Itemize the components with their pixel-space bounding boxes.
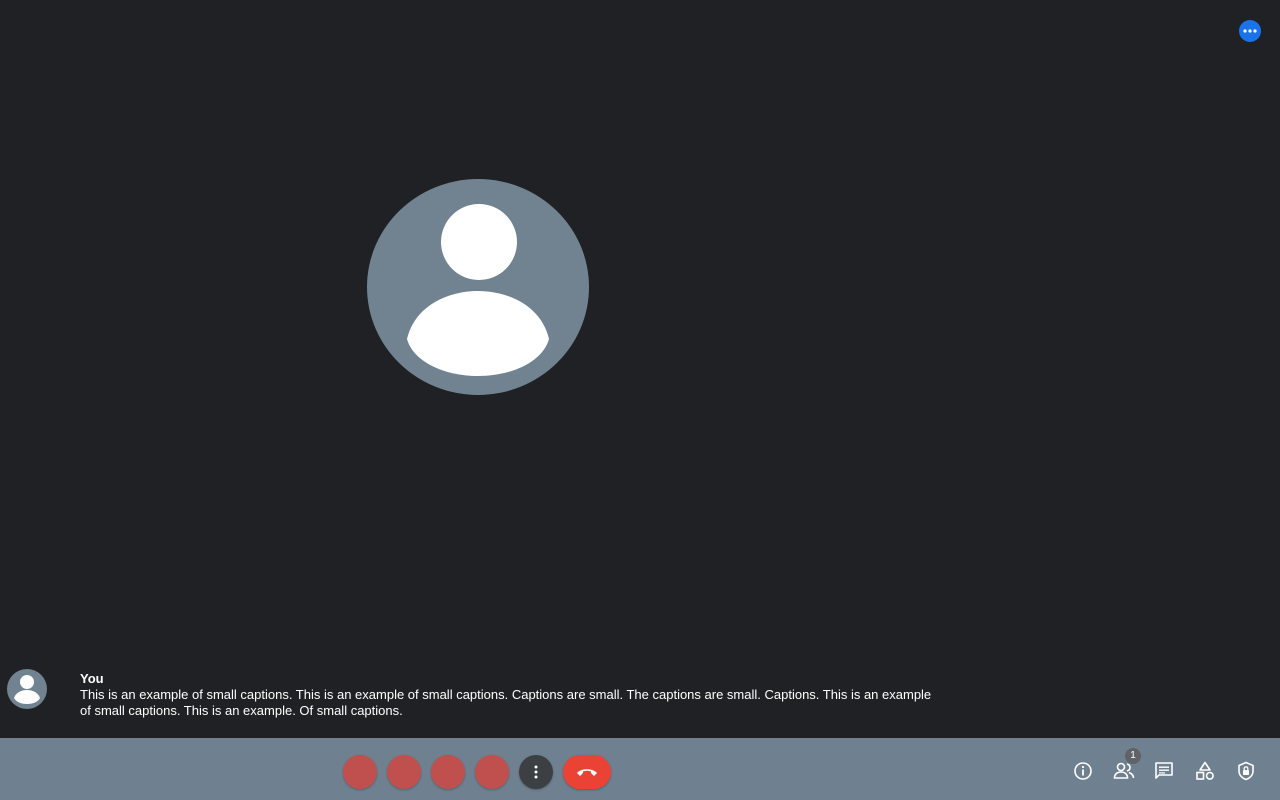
- shield-lock-icon: [1238, 761, 1254, 781]
- activities-button[interactable]: [1193, 759, 1217, 783]
- leave-call-button[interactable]: [563, 755, 611, 789]
- chat-button[interactable]: [1152, 759, 1176, 783]
- participant-avatar: [367, 179, 589, 395]
- call-control-button-4[interactable]: [475, 755, 509, 789]
- caption-speaker-name: You: [80, 671, 104, 686]
- call-control-button-1[interactable]: [343, 755, 377, 789]
- captions-panel: You This is an example of small captions…: [0, 664, 1280, 728]
- participants-count-badge: 1: [1125, 748, 1141, 764]
- phone-hangup-icon: [577, 769, 597, 776]
- overflow-menu-button[interactable]: [1239, 20, 1261, 42]
- call-control-button-2[interactable]: [387, 755, 421, 789]
- caption-speaker-avatar: [7, 669, 47, 709]
- caption-text: This is an example of small captions. Th…: [80, 687, 932, 718]
- meeting-details-button[interactable]: [1071, 759, 1095, 783]
- meeting-stage: You This is an example of small captions…: [0, 0, 1280, 738]
- chat-icon: [1155, 762, 1173, 779]
- call-controls-bar: 1: [0, 738, 1280, 800]
- more-horizontal-icon: [1243, 29, 1257, 33]
- more-vertical-icon: [534, 765, 538, 779]
- host-controls-button[interactable]: [1234, 759, 1258, 783]
- activities-icon: [1196, 761, 1214, 780]
- people-icon: [1113, 762, 1135, 779]
- call-control-button-3[interactable]: [431, 755, 465, 789]
- more-options-button[interactable]: [519, 755, 553, 789]
- info-icon: [1074, 762, 1092, 780]
